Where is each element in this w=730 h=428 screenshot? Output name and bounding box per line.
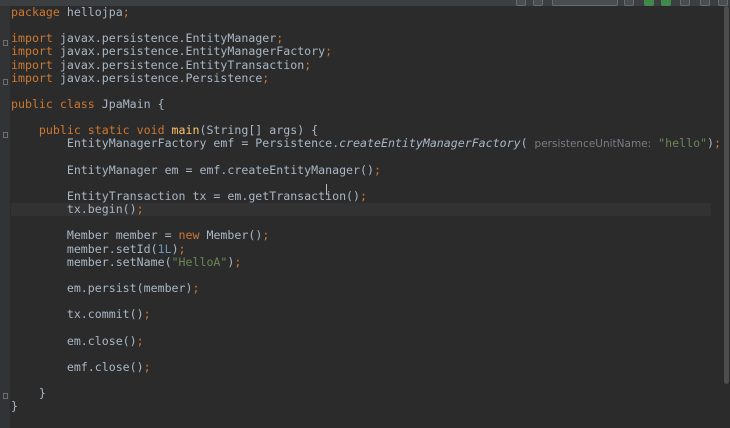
editor-gutter[interactable]: [0, 6, 10, 428]
code-line: em.close();: [66, 333, 144, 348]
fold-marker-icon[interactable]: [3, 40, 8, 46]
code-line: member.setName("HelloA");: [66, 254, 242, 269]
code-line: tx.commit();: [66, 307, 151, 322]
vertical-scrollbar[interactable]: [722, 6, 730, 428]
code-line: EntityManager em = emf.createEntityManag…: [66, 162, 381, 177]
code-editor[interactable]: package hellojpa; import javax.persisten…: [0, 0, 730, 428]
code-line: EntityManagerFactory emf = Persistence.c…: [66, 136, 722, 151]
text-cursor-icon: [326, 184, 327, 195]
fold-marker-icon[interactable]: [3, 393, 8, 399]
code-line: em.persist(member);: [66, 280, 200, 295]
code-line: import javax.persistence.Persistence;: [11, 70, 270, 85]
code-line: }: [38, 386, 46, 401]
code-line: }: [11, 399, 18, 414]
code-line: package hellojpa;: [11, 5, 130, 19]
code-area[interactable]: package hellojpa; import javax.persisten…: [11, 5, 722, 414]
code-line: public class JpaMain {: [11, 96, 165, 111]
code-line: emf.close();: [66, 359, 151, 374]
fold-marker-icon[interactable]: [3, 132, 8, 138]
fold-marker-icon[interactable]: [3, 79, 8, 85]
scrollbar-thumb[interactable]: [724, 6, 729, 384]
parameter-hint: persistenceUnitName:: [534, 138, 652, 151]
current-code-line: tx.begin();: [11, 203, 711, 217]
